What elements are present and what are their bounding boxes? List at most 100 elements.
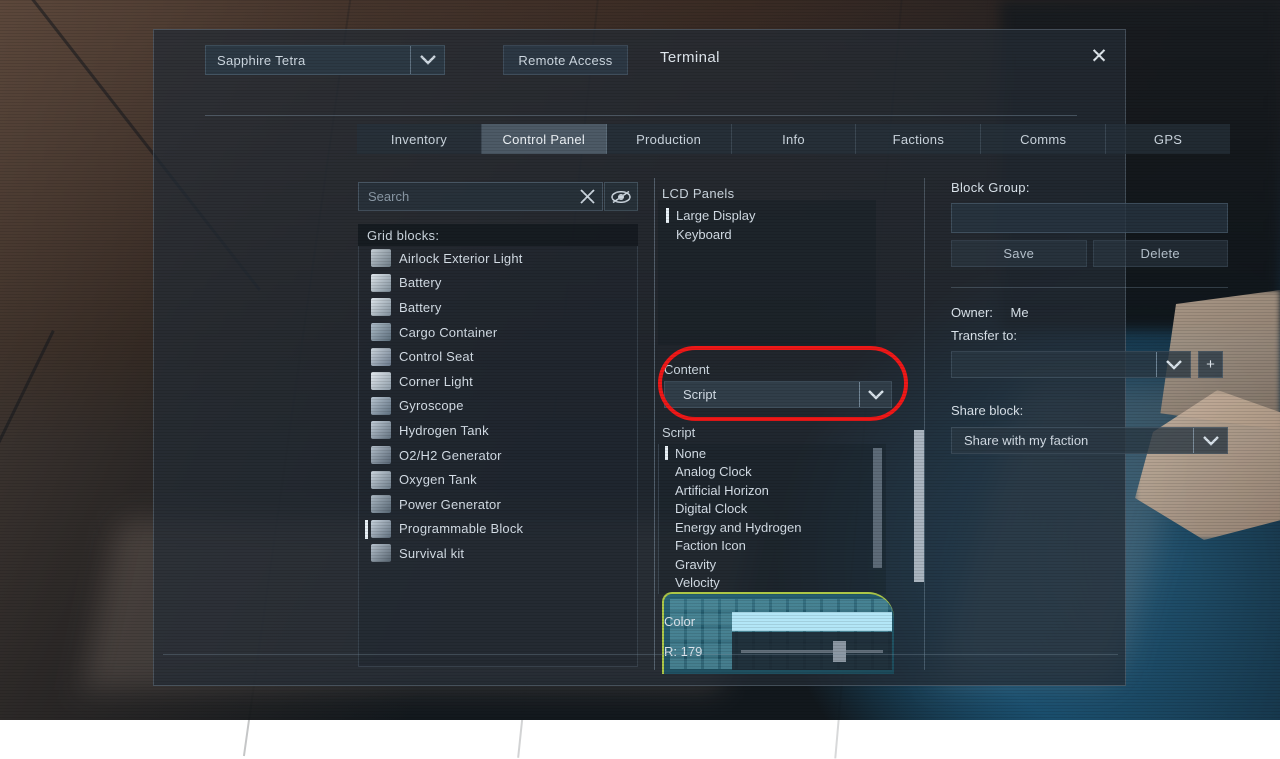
lcd-panels-list[interactable]: Large Display Keyboard (662, 206, 877, 244)
block-list-item-label: Survival kit (399, 546, 464, 561)
oxygen-tank-icon (371, 471, 391, 489)
script-list-item[interactable]: Artificial Horizon (659, 481, 886, 500)
color-channel-label: R: 179 (664, 644, 732, 659)
block-list-item[interactable]: Power Generator (359, 492, 637, 517)
script-list-item-label: Gravity (675, 557, 716, 572)
block-list-item[interactable]: Airlock Exterior Light (359, 246, 637, 271)
script-list-item[interactable]: Digital Clock (659, 500, 886, 519)
color-swatch[interactable] (732, 612, 892, 631)
block-group-panel: Block Group: Save Delete Owner: Me Trans… (951, 180, 1231, 670)
chevron-down-icon[interactable] (410, 46, 444, 74)
block-list-item-label: Control Seat (399, 349, 474, 364)
script-list-item-label: Energy and Hydrogen (675, 520, 801, 535)
terminal-window: ✕ Sapphire Tetra Remote Access Terminal … (153, 29, 1126, 686)
block-list-item[interactable]: Programmable Block (359, 517, 637, 542)
block-list-item[interactable]: Oxygen Tank (359, 467, 637, 492)
owner-value: Me (1011, 305, 1029, 320)
header-divider (205, 115, 1077, 116)
tab-factions[interactable]: Factions (856, 124, 981, 154)
tab-label: Production (636, 132, 701, 147)
seat-icon (371, 348, 391, 366)
script-list-scrollbar[interactable] (873, 448, 882, 568)
power-icon (371, 495, 391, 513)
share-block-label: Share block: (951, 403, 1231, 418)
search-input[interactable]: Search (358, 182, 603, 211)
lcd-panel-item[interactable]: Large Display (662, 206, 877, 225)
remote-access-button[interactable]: Remote Access (503, 45, 628, 75)
close-icon[interactable]: ✕ (1081, 38, 1117, 74)
tab-gps[interactable]: GPS (1106, 124, 1230, 154)
save-button[interactable]: Save (951, 240, 1087, 267)
lcd-panel-item[interactable]: Keyboard (662, 225, 877, 244)
chevron-down-icon[interactable] (1193, 428, 1227, 453)
block-list-item[interactable]: Cargo Container (359, 320, 637, 345)
chevron-down-icon[interactable] (1156, 352, 1190, 377)
script-list-item[interactable]: Gravity (659, 555, 886, 574)
selection-indicator (665, 446, 668, 460)
script-list-item[interactable]: Energy and Hydrogen (659, 518, 886, 537)
owner-row: Owner: Me (951, 305, 1231, 320)
hide-unpowered-toggle-icon[interactable] (604, 182, 638, 211)
script-list-item[interactable]: Analog Clock (659, 463, 886, 482)
cargo-icon (371, 323, 391, 341)
block-list-item-label: Battery (399, 275, 442, 290)
window-header: Sapphire Tetra Remote Access Terminal (205, 45, 1085, 79)
script-list-item[interactable]: None (659, 444, 886, 463)
plus-icon: + (1206, 356, 1215, 373)
block-list-item[interactable]: O2/H2 Generator (359, 443, 637, 468)
transfer-to-dropdown[interactable] (951, 351, 1191, 378)
script-list[interactable]: NoneAnalog ClockArtificial HorizonDigita… (658, 444, 886, 594)
block-list-item[interactable]: Control Seat (359, 344, 637, 369)
tab-label: Info (782, 132, 805, 147)
script-list-item-label: Faction Icon (675, 538, 746, 553)
light-icon (371, 249, 391, 267)
block-browser-panel: Search Grid blocks: Airlock Exterior Lig… (358, 182, 638, 667)
script-list-item-label: Velocity (675, 575, 720, 590)
save-label: Save (1003, 246, 1034, 261)
color-channel-slider[interactable] (732, 632, 892, 670)
selection-indicator (365, 520, 368, 539)
owner-label: Owner: (951, 305, 993, 320)
block-list-item[interactable]: Corner Light (359, 369, 637, 394)
content-dropdown-value: Script (665, 387, 859, 402)
corner-light-icon (371, 372, 391, 390)
page-title: Terminal (660, 49, 720, 66)
grid-blocks-list[interactable]: Airlock Exterior Light Battery Battery Carg… (358, 246, 638, 667)
tab-control-panel[interactable]: Control Panel (482, 124, 607, 154)
delete-label: Delete (1141, 246, 1180, 261)
share-block-dropdown[interactable]: Share with my faction (951, 427, 1228, 454)
properties-panel-scrollbar[interactable] (914, 430, 924, 582)
delete-button[interactable]: Delete (1093, 240, 1229, 267)
block-list-item-label: Battery (399, 300, 442, 315)
lcd-panel-item-label: Large Display (676, 208, 756, 223)
add-transfer-button[interactable]: + (1198, 351, 1223, 378)
block-list-item[interactable]: Gyroscope (359, 394, 637, 419)
block-group-input[interactable] (951, 203, 1228, 233)
chevron-down-icon[interactable] (859, 382, 891, 407)
clear-search-icon[interactable] (572, 188, 602, 205)
lcd-panel-item-label: Keyboard (676, 227, 732, 242)
transfer-to-row: + (951, 351, 1231, 378)
slider-thumb[interactable] (833, 641, 846, 662)
tab-comms[interactable]: Comms (981, 124, 1106, 154)
script-list-item[interactable]: Faction Icon (659, 537, 886, 556)
content-label: Content (664, 362, 892, 377)
script-list-item[interactable]: Velocity (659, 574, 886, 593)
survival-kit-icon (371, 544, 391, 562)
share-block-value: Share with my faction (952, 433, 1193, 448)
block-list-item[interactable]: Survival kit (359, 541, 637, 566)
gyroscope-icon (371, 397, 391, 415)
content-dropdown[interactable]: Script (664, 381, 892, 408)
script-label: Script (658, 425, 890, 440)
tab-info[interactable]: Info (732, 124, 857, 154)
block-list-item[interactable]: Battery (359, 271, 637, 296)
footer-divider (163, 654, 1118, 655)
tab-production[interactable]: Production (607, 124, 732, 154)
grid-select-dropdown[interactable]: Sapphire Tetra (205, 45, 445, 75)
programmable-block-icon (371, 520, 391, 538)
tab-inventory[interactable]: Inventory (357, 124, 482, 154)
block-list-item[interactable]: Battery (359, 295, 637, 320)
block-group-buttons: Save Delete (951, 240, 1228, 267)
tank-icon (371, 421, 391, 439)
block-list-item[interactable]: Hydrogen Tank (359, 418, 637, 443)
